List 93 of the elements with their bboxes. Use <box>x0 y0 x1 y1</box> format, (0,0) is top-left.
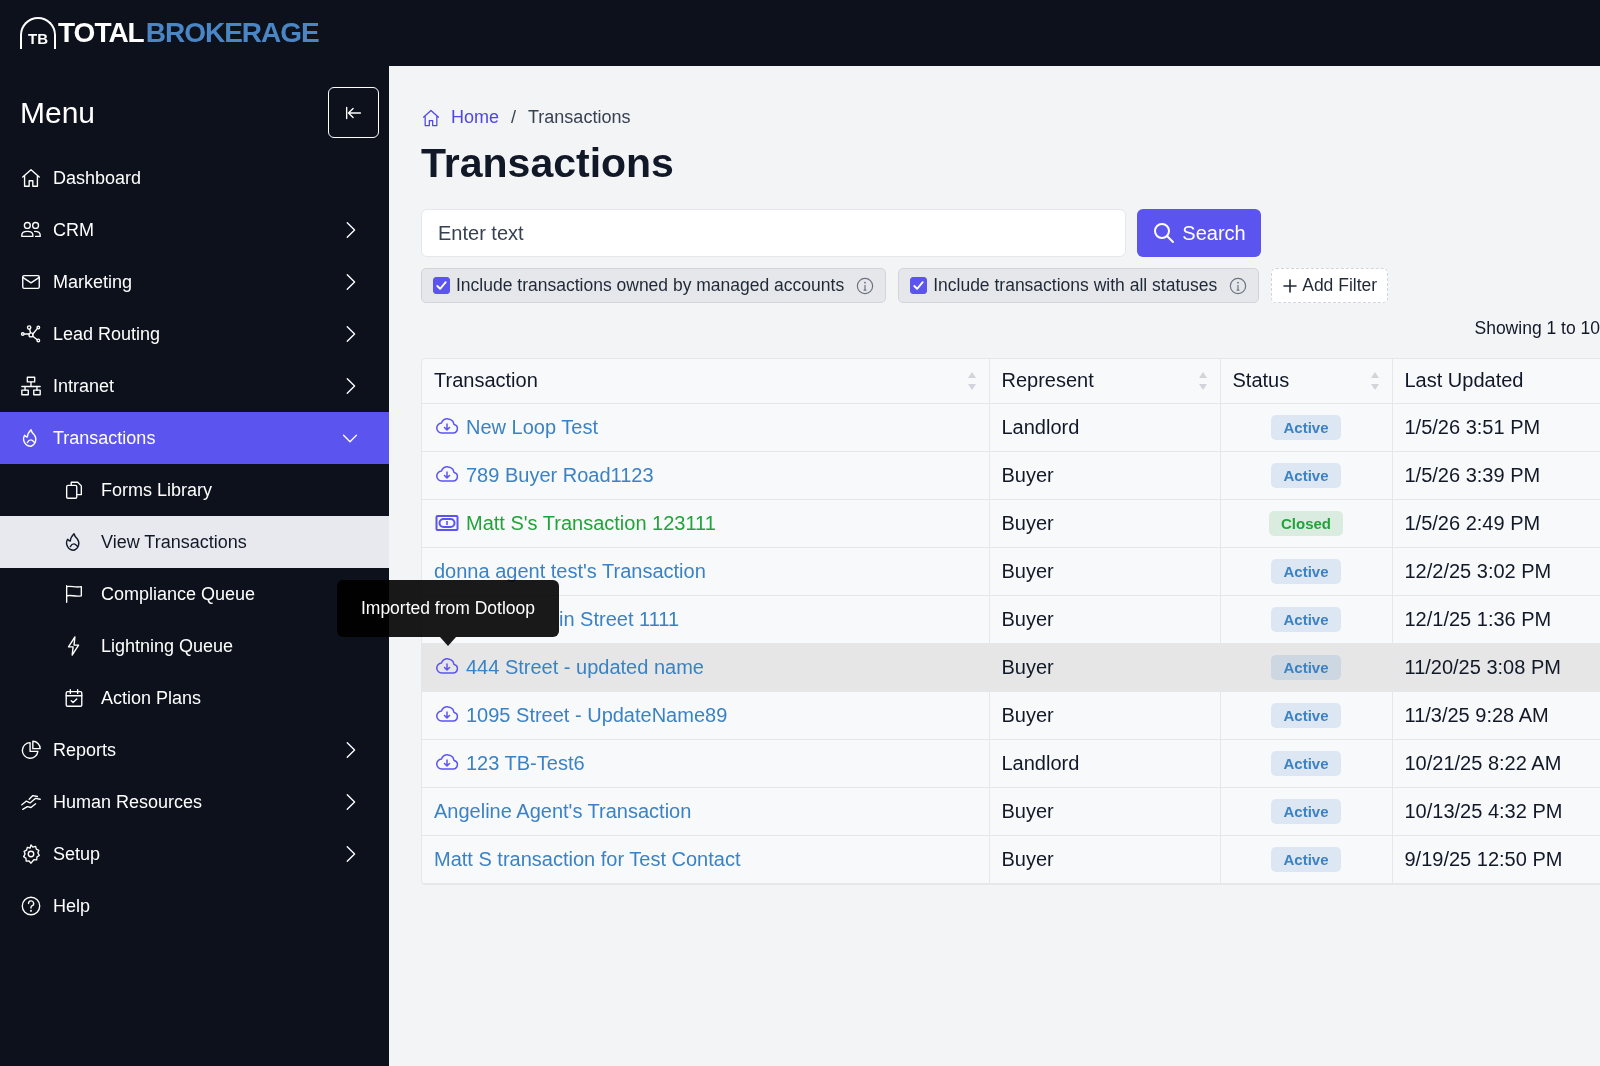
table-cell: Buyer <box>989 691 1220 739</box>
table-cell: 12/2/25 3:02 PM <box>1392 547 1600 595</box>
column-header[interactable]: Transaction <box>422 359 989 403</box>
status-badge: Active <box>1271 750 1341 776</box>
status-badge: Active <box>1271 654 1341 680</box>
table-cell: 10/13/25 4:32 PM <box>1392 787 1600 835</box>
status-badge: Active <box>1271 414 1341 440</box>
status-badge: Active <box>1271 798 1341 824</box>
check-icon <box>911 278 927 293</box>
menu-item[interactable]: Help <box>0 880 389 932</box>
transaction-link[interactable]: donna agent test's Transaction <box>434 559 706 583</box>
table-cell: Buyer <box>989 451 1220 499</box>
column-header: Last Updated <box>1392 359 1600 403</box>
submenu-item[interactable]: Compliance Queue <box>0 568 329 620</box>
table-cell: 1/5/26 3:51 PM <box>1392 403 1600 451</box>
search-icon <box>1152 221 1177 245</box>
status-badge: Active <box>1271 558 1341 584</box>
status-badge: Active <box>1271 702 1341 728</box>
status-badge: Active <box>1271 462 1341 488</box>
table-cell: 11/20/25 3:08 PM <box>1392 643 1600 691</box>
transaction-link[interactable]: New Loop Test <box>466 415 598 439</box>
house-icon <box>20 167 42 189</box>
filter-label: Include transactions with all statuses <box>933 275 1218 296</box>
menu-item[interactable]: Marketing <box>0 256 389 308</box>
column-header[interactable]: Represent <box>989 359 1220 403</box>
table-cell: Landlord <box>989 739 1220 787</box>
transaction-link[interactable]: Angeline Agent's Transaction <box>434 799 692 823</box>
menu-item[interactable]: Lead Routing <box>0 308 389 360</box>
transaction-link[interactable]: 1095 Street - UpdateName89 <box>466 703 728 727</box>
submenu-item[interactable]: View Transactions <box>0 516 389 568</box>
page-title: Transactions <box>421 140 675 187</box>
table-cell: Landlord <box>989 403 1220 451</box>
menu-item[interactable]: Transactions <box>0 412 389 464</box>
transaction-link[interactable]: 123 TB-Test6 <box>466 751 585 775</box>
table-cell: Buyer <box>989 595 1220 643</box>
menu-item[interactable]: Reports <box>0 724 389 776</box>
search-button[interactable]: Search <box>1137 209 1261 257</box>
status-badge: Active <box>1271 606 1341 632</box>
flag-icon <box>63 583 85 605</box>
submenu-item[interactable]: Forms Library <box>0 464 329 516</box>
table-cell: 10/21/25 8:22 AM <box>1392 739 1600 787</box>
pie-chart-icon <box>20 739 42 761</box>
transaction-link[interactable]: in Street 1111 <box>559 607 680 631</box>
table-cell: Buyer <box>989 643 1220 691</box>
tooltip-arrow <box>440 637 456 646</box>
transaction-link[interactable]: Matt S transaction for Test Contact <box>434 847 741 871</box>
menu-item[interactable]: Dashboard <box>0 152 389 204</box>
table-cell: 1/5/26 3:39 PM <box>1392 451 1600 499</box>
plus-icon <box>1282 277 1299 294</box>
menu-item[interactable]: CRM <box>0 204 389 256</box>
tooltip: Imported from Dotloop <box>337 580 559 637</box>
filter-label: Include transactions owned by managed accounts <box>456 275 845 296</box>
checkbox[interactable] <box>910 277 928 294</box>
pagination-summary: Showing 1 to 10 <box>1474 318 1600 340</box>
table-cell: Buyer <box>989 499 1220 547</box>
table-cell: 11/3/25 9:28 AM <box>1392 691 1600 739</box>
calendar-icon <box>63 687 85 709</box>
column-header[interactable]: Status <box>1220 359 1392 403</box>
house-icon <box>421 107 441 128</box>
copy-icon <box>63 479 85 501</box>
checkbox[interactable] <box>433 277 450 294</box>
table-cell: 9/19/25 12:50 PM <box>1392 835 1600 883</box>
breadcrumb-current: Transactions <box>528 107 631 128</box>
logo-text: BROKERAGE <box>145 17 319 49</box>
breadcrumb-separator: / <box>511 107 517 128</box>
table-cell: Buyer <box>989 787 1220 835</box>
add-filter-button[interactable]: Add Filter <box>1271 268 1389 303</box>
menu-item[interactable]: Human Resources <box>0 776 389 828</box>
info-icon <box>856 276 875 295</box>
breadcrumb-link[interactable]: Home <box>421 107 499 128</box>
gear-icon <box>20 843 42 865</box>
info-icon <box>1229 276 1248 295</box>
transaction-link[interactable]: 789 Buyer Road1123 <box>466 463 654 487</box>
menu-title: Menu <box>20 95 96 130</box>
collapse-button[interactable] <box>328 87 379 138</box>
status-badge: Active <box>1271 846 1341 872</box>
table-cell: Buyer <box>989 547 1220 595</box>
menu-item[interactable]: Intranet <box>0 360 389 412</box>
status-badge: Closed <box>1269 510 1343 536</box>
submenu-item[interactable]: Action Plans <box>0 672 329 724</box>
check-icon <box>434 278 449 293</box>
table-cell: 12/1/25 1:36 PM <box>1392 595 1600 643</box>
network-icon <box>20 375 42 397</box>
table-cell: 1/5/26 2:49 PM <box>1392 499 1600 547</box>
help-icon <box>20 895 42 917</box>
submenu-item[interactable]: Lightning Queue <box>0 620 329 672</box>
table-cell: Buyer <box>989 835 1220 883</box>
logo-mark: TB <box>20 17 56 49</box>
search-field[interactable]: Enter text <box>421 209 1126 257</box>
nodes-icon <box>20 323 42 345</box>
menu-item[interactable]: Setup <box>0 828 389 880</box>
highlighted-row[interactable]: 444 Street - updated name Buyer Active 11/20/25 3:08 PM <box>422 643 1600 691</box>
logo-text: TOTAL <box>58 17 144 49</box>
